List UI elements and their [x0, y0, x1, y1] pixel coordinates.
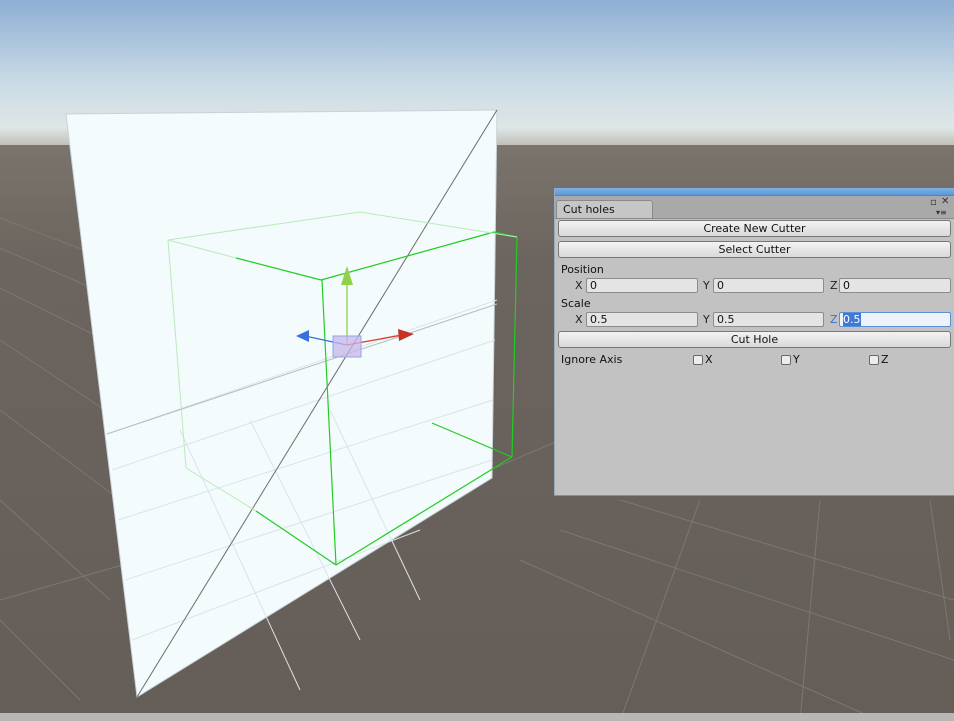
scale-x-label: X [575, 313, 583, 326]
scale-label: Scale [561, 297, 591, 310]
scene-bottom-bar [0, 713, 954, 721]
position-z-field[interactable]: 0 [839, 278, 951, 293]
scale-z-value: 0.5 [843, 313, 861, 326]
ignore-x-label: X [705, 353, 713, 366]
select-cutter-button[interactable]: Select Cutter [558, 241, 951, 258]
position-x-field[interactable]: 0 [586, 278, 698, 293]
position-label: Position [561, 263, 604, 276]
scale-z-field[interactable]: 0.5 [839, 312, 951, 327]
ignore-z-checkbox[interactable] [869, 355, 879, 365]
position-y-field[interactable]: 0 [713, 278, 824, 293]
tab-cut-holes[interactable]: Cut holes [556, 200, 653, 218]
scale-y-label: Y [703, 313, 710, 326]
window-menu-icon[interactable]: ▾≡ [936, 208, 947, 218]
ignore-axis-label: Ignore Axis [561, 353, 623, 366]
create-new-cutter-button[interactable]: Create New Cutter [558, 220, 951, 237]
maximize-icon[interactable]: ▫ [930, 198, 937, 208]
plane-handle[interactable] [332, 335, 362, 358]
ignore-z-label: Z [881, 353, 889, 366]
position-z-label: Z [830, 279, 838, 292]
close-icon[interactable]: ✕ [941, 197, 949, 207]
tab-strip: Cut holes ▫ ✕ ▾≡ [555, 196, 954, 219]
ignore-x-checkbox[interactable] [693, 355, 703, 365]
scale-z-label: Z [830, 313, 838, 326]
scale-x-field[interactable]: 0.5 [586, 312, 698, 327]
position-x-label: X [575, 279, 583, 292]
ignore-y-checkbox[interactable] [781, 355, 791, 365]
cut-holes-window[interactable]: Cut holes ▫ ✕ ▾≡ Create New Cutter Selec… [554, 188, 954, 496]
ignore-y-label: Y [793, 353, 800, 366]
cut-hole-button[interactable]: Cut Hole [558, 331, 951, 348]
scale-y-field[interactable]: 0.5 [713, 312, 824, 327]
position-y-label: Y [703, 279, 710, 292]
window-titlebar[interactable] [555, 188, 954, 196]
